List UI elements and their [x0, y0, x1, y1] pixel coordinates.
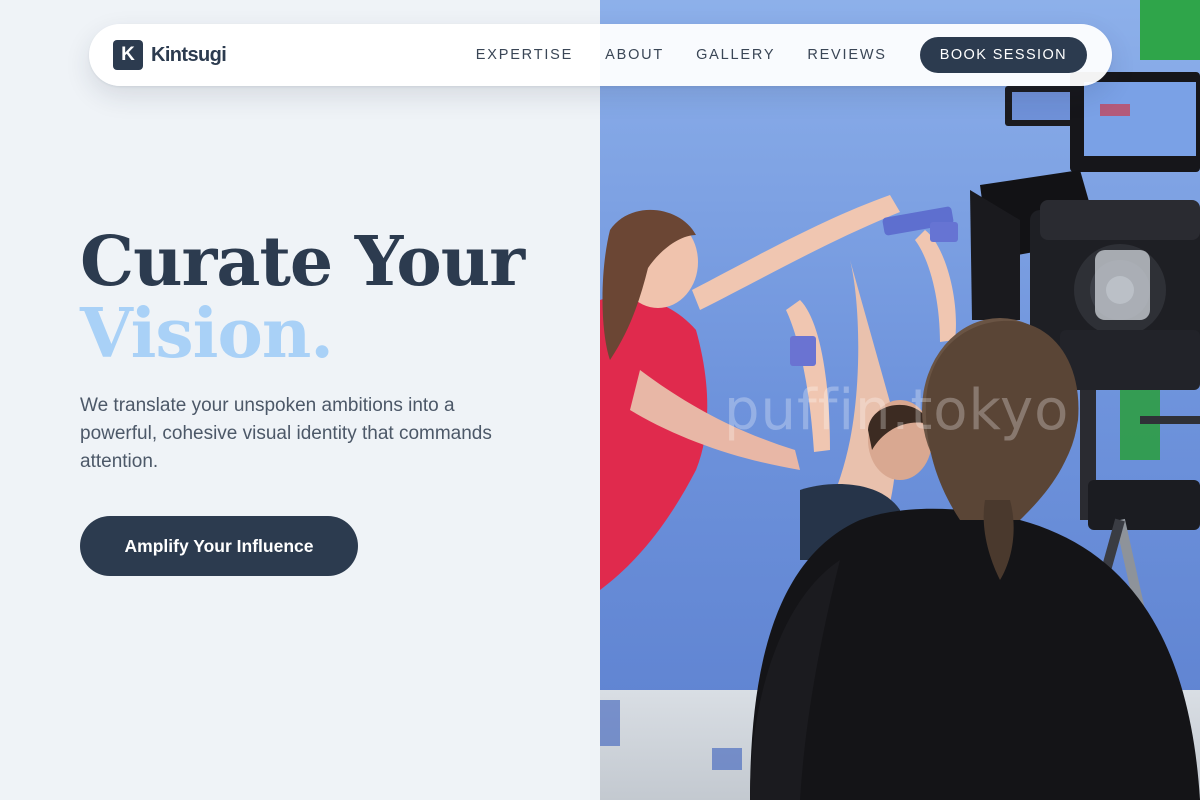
amplify-influence-button[interactable]: Amplify Your Influence: [80, 516, 358, 576]
headline-line-2: Vision.: [80, 294, 334, 374]
book-session-button[interactable]: BOOK SESSION: [919, 37, 1087, 73]
brand-name: Kintsugi: [151, 43, 227, 66]
navbar: K Kintsugi EXPERTISE ABOUT GALLERY REVIE…: [89, 24, 1112, 86]
k-logo-icon: K: [113, 40, 143, 70]
nav-link-about[interactable]: ABOUT: [605, 47, 664, 63]
hero-subcopy: We translate your unspoken ambitions int…: [80, 395, 492, 472]
nav-link-expertise[interactable]: EXPERTISE: [476, 47, 573, 63]
headline-line-1: Curate Your: [80, 222, 525, 302]
hero-headline: Curate Your Vision.: [80, 222, 525, 374]
brand-logo[interactable]: K Kintsugi: [113, 40, 227, 70]
nav-links: EXPERTISE ABOUT GALLERY REVIEWS: [476, 47, 887, 63]
photo-watermark: puffin.tokyo: [724, 378, 1070, 443]
nav-link-gallery[interactable]: GALLERY: [696, 47, 775, 63]
nav-link-reviews[interactable]: REVIEWS: [807, 47, 886, 63]
